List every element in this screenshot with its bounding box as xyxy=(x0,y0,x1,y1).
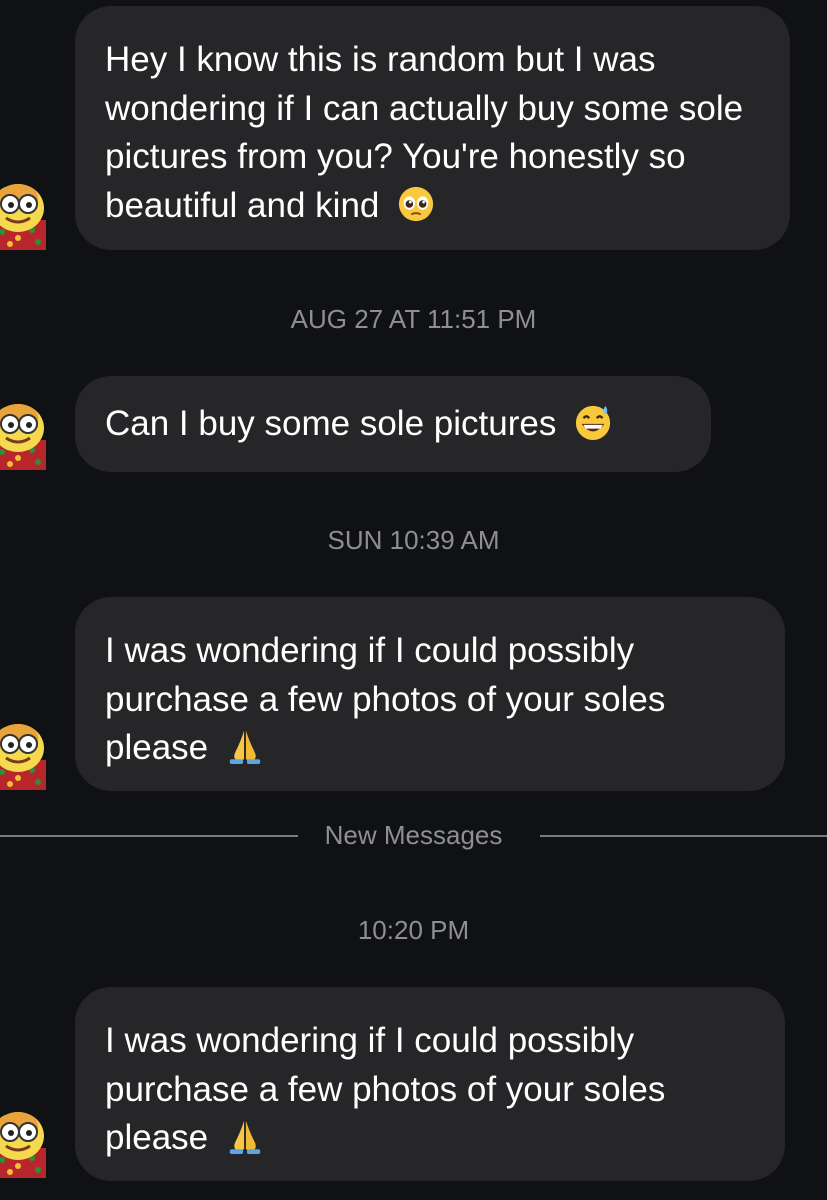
grinning-face-with-sweat-icon xyxy=(575,405,611,441)
message-bubble[interactable]: I was wondering if I could possibly purc… xyxy=(75,987,785,1181)
new-messages-divider: New Messages xyxy=(0,818,827,854)
divider-line xyxy=(540,835,827,837)
avatar[interactable] xyxy=(0,402,46,470)
message-text: I was wondering if I could possibly purc… xyxy=(105,631,666,767)
timestamp: SUN 10:39 AM xyxy=(327,525,500,555)
pleading-face-icon xyxy=(399,186,434,221)
avatar[interactable] xyxy=(0,1110,46,1178)
message-bubble[interactable]: Can I buy some sole pictures xyxy=(75,376,711,472)
folded-hands-icon xyxy=(229,1120,261,1155)
folded-hands-icon xyxy=(229,730,261,765)
timestamp: AUG 27 AT 11:51 PM xyxy=(290,304,537,334)
avatar[interactable] xyxy=(0,182,46,250)
avatar[interactable] xyxy=(0,722,46,790)
timestamp: 10:20 PM xyxy=(357,915,470,945)
message-bubble[interactable]: I was wondering if I could possibly purc… xyxy=(75,597,785,791)
message-bubble[interactable]: Hey I know this is random but I was wond… xyxy=(75,6,790,250)
message-text: I was wondering if I could possibly purc… xyxy=(105,1021,666,1157)
message-text: Can I buy some sole pictures xyxy=(105,404,557,443)
